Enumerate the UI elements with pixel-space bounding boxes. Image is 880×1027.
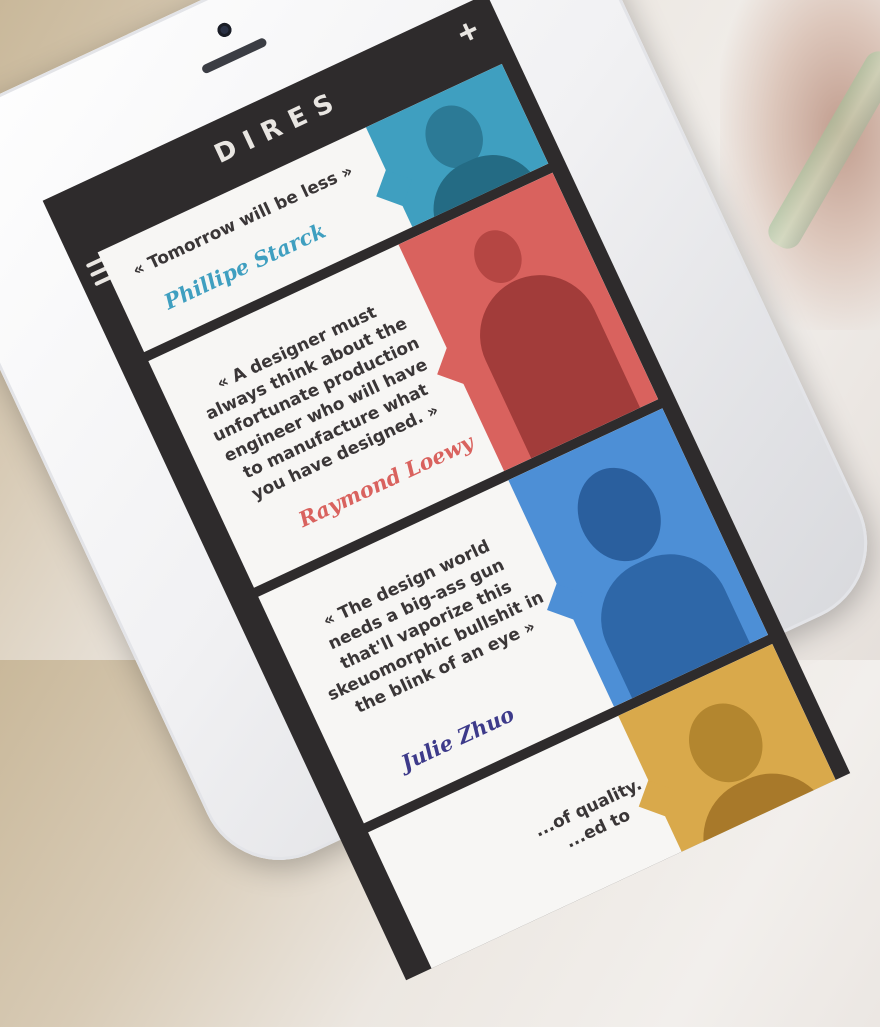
front-camera [215, 20, 234, 40]
earpiece-speaker [200, 36, 268, 75]
quote-text: ...of quality. ...ed to [531, 774, 646, 853]
author-photo [398, 172, 659, 472]
quote-author: Julie Zhuo [397, 701, 518, 776]
author-photo [508, 408, 769, 707]
quote-text: « The design world needs a big-ass gun t… [320, 536, 548, 718]
